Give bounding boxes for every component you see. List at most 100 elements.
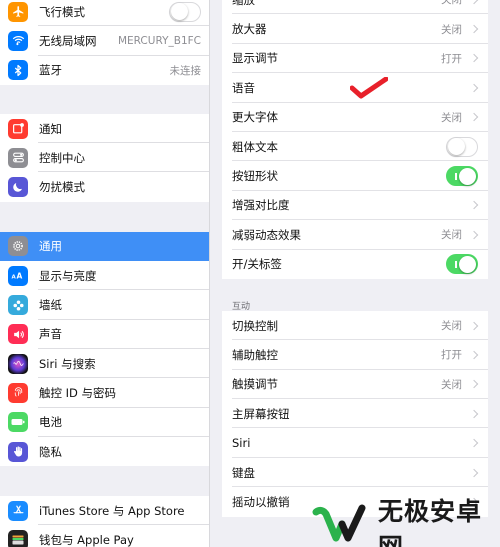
setting-label: 开/关标签 bbox=[232, 257, 282, 272]
sidebar-item-sounds[interactable]: 声音 bbox=[0, 320, 209, 349]
toggle-knob bbox=[459, 255, 476, 273]
sidebar-item-siri-search[interactable]: Siri 与搜索 bbox=[0, 349, 209, 379]
setting-value: 打开 bbox=[441, 52, 462, 65]
setting-label: 按钮形状 bbox=[232, 169, 278, 184]
sidebar-group-notifications: 通知 控制中心 勿扰模式 bbox=[0, 113, 209, 202]
notifications-icon bbox=[8, 118, 28, 139]
setting-label: 粗体文本 bbox=[232, 139, 278, 154]
chevron-right-icon bbox=[469, 380, 479, 389]
settings-sidebar: 飞行模式 无线局域网 MERCURY_B1FC 蓝牙 未连接 通知 控制中心 勿… bbox=[0, 0, 210, 547]
setting-row-reduce-motion[interactable]: 减弱动态效果 关闭 bbox=[222, 220, 488, 250]
setting-row-switch-control[interactable]: 切换控制 关闭 bbox=[222, 311, 488, 341]
setting-row-larger-text[interactable]: 更大字体 关闭 bbox=[222, 103, 488, 132]
sidebar-item-label: 显示与亮度 bbox=[39, 268, 97, 283]
airplane-mode-toggle[interactable] bbox=[169, 1, 201, 22]
bold-text-toggle[interactable] bbox=[446, 136, 478, 157]
sidebar-item-label: 飞行模式 bbox=[39, 4, 85, 19]
sidebar-item-battery[interactable]: 电池 bbox=[0, 408, 209, 437]
setting-value: 关闭 bbox=[441, 320, 462, 333]
chevron-right-icon bbox=[469, 83, 479, 93]
chevron-right-icon bbox=[469, 230, 479, 240]
chevron-right-icon bbox=[469, 0, 479, 4]
sidebar-item-wallet-apple-pay[interactable]: 钱包与 Apple Pay bbox=[0, 525, 209, 547]
setting-row-button-shapes: 按钮形状 bbox=[222, 161, 488, 191]
sidebar-group-connectivity: 飞行模式 无线局域网 MERCURY_B1FC 蓝牙 未连接 bbox=[0, 0, 209, 85]
sidebar-item-wifi[interactable]: 无线局域网 MERCURY_B1FC bbox=[0, 26, 209, 56]
sidebar-item-label: 声音 bbox=[39, 327, 62, 342]
bluetooth-icon bbox=[8, 60, 28, 81]
sidebar-item-bluetooth[interactable]: 蓝牙 未连接 bbox=[0, 56, 209, 85]
sidebar-item-control-center[interactable]: 控制中心 bbox=[0, 143, 209, 173]
wifi-icon bbox=[8, 30, 28, 51]
wifi-network-name: MERCURY_B1FC bbox=[117, 34, 201, 47]
setting-label: 语音 bbox=[232, 80, 255, 95]
setting-row-increase-contrast[interactable]: 增强对比度 bbox=[222, 191, 488, 221]
setting-value: 关闭 bbox=[441, 23, 462, 36]
moon-icon bbox=[8, 177, 28, 198]
chevron-right-icon bbox=[469, 24, 479, 34]
accessibility-vision-group: 缩放 关闭 放大器 关闭 显示调节 打开 语音 更大字体 关闭 bbox=[222, 0, 488, 279]
sidebar-item-general[interactable]: 通用 bbox=[0, 231, 209, 262]
chevron-right-icon bbox=[469, 54, 479, 63]
sidebar-group-general: 通用 AA 显示与亮度 墙纸 声音 Siri 与搜索 触控 ID 与密码 电池 … bbox=[0, 231, 209, 467]
setting-value: 关闭 bbox=[441, 0, 462, 7]
wallet-icon bbox=[8, 530, 28, 547]
setting-value: 关闭 bbox=[441, 229, 462, 242]
setting-label: 主屏幕按钮 bbox=[232, 406, 290, 421]
setting-row-home-button[interactable]: 主屏幕按钮 bbox=[222, 399, 488, 429]
sidebar-item-do-not-disturb[interactable]: 勿扰模式 bbox=[0, 172, 209, 201]
gear-icon bbox=[8, 236, 28, 257]
svg-text:A: A bbox=[12, 274, 17, 280]
bluetooth-status: 未连接 bbox=[169, 64, 202, 77]
wallpaper-icon bbox=[8, 295, 28, 316]
sidebar-item-label: 触控 ID 与密码 bbox=[39, 385, 117, 400]
setting-label: Siri bbox=[232, 436, 251, 451]
chevron-right-icon bbox=[469, 468, 479, 477]
setting-label: 触摸调节 bbox=[232, 377, 278, 392]
toggle-on-label bbox=[455, 173, 457, 181]
setting-label: 切换控制 bbox=[232, 318, 278, 333]
setting-row-touch-accommodations[interactable]: 触摸调节 关闭 bbox=[222, 370, 488, 400]
sidebar-item-label: 通用 bbox=[39, 239, 62, 254]
setting-label: 显示调节 bbox=[232, 51, 278, 66]
toggle-knob bbox=[170, 3, 188, 21]
setting-label: 缩放 bbox=[232, 0, 255, 8]
on-off-labels-toggle[interactable] bbox=[446, 254, 478, 275]
control-center-icon bbox=[8, 147, 28, 168]
sidebar-item-label: Siri 与搜索 bbox=[39, 356, 96, 371]
sidebar-item-label: 勿扰模式 bbox=[39, 180, 85, 195]
sidebar-item-notifications[interactable]: 通知 bbox=[0, 114, 209, 144]
watermark-text: 无极安卓网 bbox=[378, 497, 483, 547]
toggle-knob bbox=[459, 167, 476, 185]
chevron-right-icon bbox=[469, 350, 479, 360]
setting-value: 打开 bbox=[441, 349, 462, 362]
sidebar-item-label: iTunes Store 与 App Store bbox=[39, 503, 185, 518]
sidebar-item-wallpaper[interactable]: 墙纸 bbox=[0, 290, 209, 320]
setting-row-display-accommodations[interactable]: 显示调节 打开 bbox=[222, 44, 488, 74]
setting-row-bold-text: 粗体文本 bbox=[222, 132, 488, 162]
red-checkmark-icon bbox=[349, 76, 389, 102]
section-header-interaction: 互动 bbox=[232, 301, 251, 312]
sidebar-item-label: 控制中心 bbox=[39, 150, 85, 165]
chevron-right-icon bbox=[469, 409, 479, 419]
setting-label: 键盘 bbox=[232, 465, 255, 480]
sidebar-item-airplane-mode[interactable]: 飞行模式 bbox=[0, 0, 209, 27]
sidebar-item-display-brightness[interactable]: AA 显示与亮度 bbox=[0, 261, 209, 291]
setting-row-zoom[interactable]: 缩放 关闭 bbox=[222, 0, 488, 15]
setting-label: 摇动以撤销 bbox=[232, 494, 290, 509]
setting-row-magnifier[interactable]: 放大器 关闭 bbox=[222, 14, 488, 44]
watermark: 无极安卓网 bbox=[312, 492, 500, 547]
setting-row-siri[interactable]: Siri bbox=[222, 428, 488, 458]
setting-row-assistive-touch[interactable]: 辅助触控 打开 bbox=[222, 340, 488, 370]
sidebar-item-itunes-app-store[interactable]: iTunes Store 与 App Store bbox=[0, 496, 209, 526]
button-shapes-toggle[interactable] bbox=[446, 166, 478, 187]
hand-icon bbox=[8, 441, 28, 462]
sidebar-item-privacy[interactable]: 隐私 bbox=[0, 437, 209, 466]
toggle-on-label bbox=[455, 261, 457, 269]
setting-label: 减弱动态效果 bbox=[232, 227, 301, 242]
sidebar-item-touch-id-passcode[interactable]: 触控 ID 与密码 bbox=[0, 378, 209, 408]
setting-row-keyboard[interactable]: 键盘 bbox=[222, 458, 488, 488]
toggle-knob bbox=[447, 138, 465, 156]
setting-row-on-off-labels: 开/关标签 bbox=[222, 250, 488, 279]
app-store-icon bbox=[8, 500, 28, 521]
